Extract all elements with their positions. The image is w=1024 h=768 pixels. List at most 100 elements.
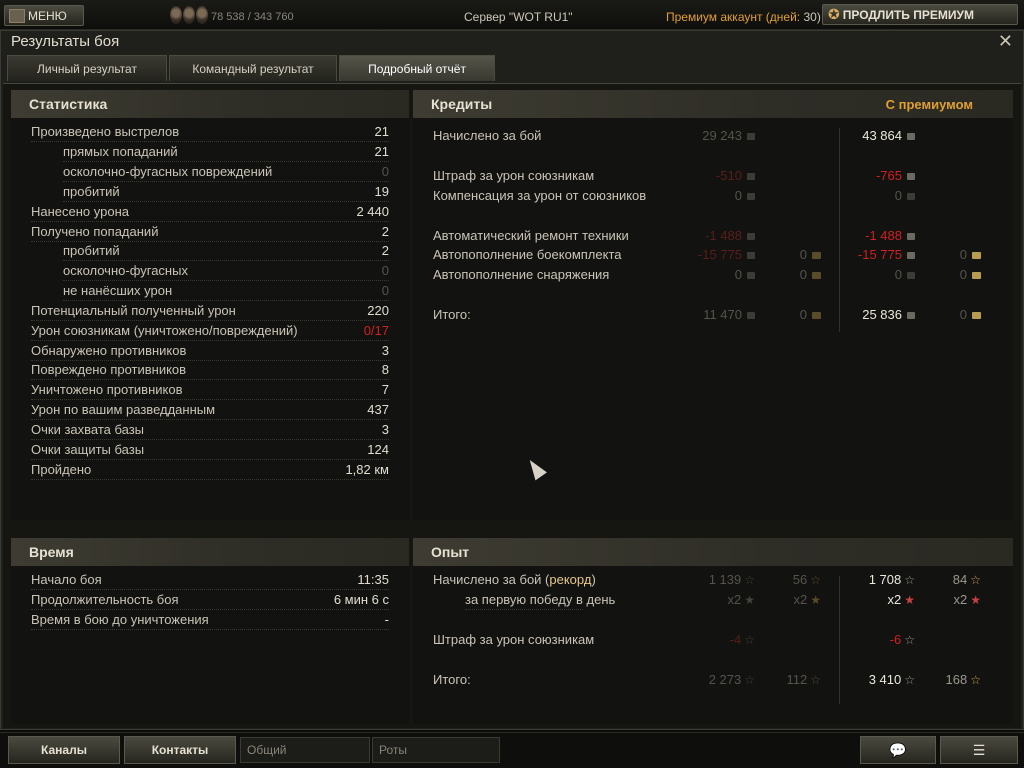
stat-row: Уничтожено противников 7	[11, 382, 409, 400]
stat-value: 2	[381, 243, 389, 258]
experience-base-value: 1 139 ☆	[708, 572, 755, 587]
credits-label: Компенсация за урон от союзников	[433, 188, 647, 203]
prolong-premium-button[interactable]: ✪ ПРОДЛИТЬ ПРЕМИУМ	[822, 4, 1018, 25]
stat-row: Очки защиты базы 124	[11, 442, 409, 460]
credits-icon	[747, 312, 755, 320]
channels-button[interactable]: Каналы	[8, 736, 120, 764]
stat-label: Повреждено противников	[31, 362, 187, 377]
tab-team-result[interactable]: Командный результат	[169, 55, 337, 81]
credits-icon	[747, 252, 755, 260]
stat-label: Произведено выстрелов	[31, 124, 180, 139]
row-leader	[63, 181, 389, 182]
experience-label: Штраф за урон союзникам	[433, 632, 594, 647]
free-star-icon: ★	[810, 593, 821, 607]
gold-icon	[972, 272, 981, 280]
stat-label: Урон союзникам (уничтожено/повреждений)	[31, 323, 298, 338]
statistics-title: Статистика	[29, 96, 108, 112]
credits-base-value: 29 243	[702, 128, 755, 143]
credits-premium-value: 0	[895, 267, 915, 282]
stat-row: Урон союзникам (уничтожено/повреждений) 0…	[11, 323, 409, 341]
stat-value: 7	[381, 382, 389, 397]
time-panel: Время Начало боя 11:35 Продолжительность б…	[11, 538, 409, 724]
experience-label: Начислено за бой (рекорд)	[433, 572, 596, 587]
credits-row: Автопополнение боекомплекта -15 775 0 -15 7…	[413, 247, 1013, 265]
premium-days: Премиум аккаунт (дней: 30)	[666, 10, 821, 24]
credits-label: Автопополнение боекомплекта	[433, 247, 622, 262]
tab-personal-result[interactable]: Личный результат	[7, 55, 167, 81]
row-leader	[63, 260, 389, 261]
report-content[interactable]: Статистика Произведено выстрелов 21 прямых…	[3, 83, 1021, 728]
gold-base-value: 0	[800, 267, 821, 282]
time-value: 11:35	[357, 572, 389, 587]
gold-premium-value: 0	[960, 267, 981, 282]
stat-value: 0	[381, 164, 389, 179]
credits-label: Итого:	[433, 307, 471, 322]
row-leader	[31, 141, 389, 142]
close-icon[interactable]: ✕	[998, 31, 1013, 52]
time-label: Начало боя	[31, 572, 102, 587]
stat-label: Очки защиты базы	[31, 442, 145, 457]
menu-button[interactable]: МЕНЮ	[4, 5, 84, 26]
credits-premium-value: 0	[895, 188, 915, 203]
credits-row: Компенсация за урон от союзников 0 0	[413, 188, 1013, 206]
free-star-icon: ☆	[810, 573, 821, 587]
contacts-button[interactable]: Контакты	[124, 736, 236, 764]
stat-value: 8	[381, 362, 389, 377]
crew-portraits[interactable]	[170, 6, 208, 24]
stat-label: пробитий	[63, 184, 120, 199]
credits-header: Кредиты С премиумом	[413, 90, 1013, 118]
list-icon: ☰	[972, 741, 986, 758]
stat-label: не нанёсших урон	[63, 283, 173, 298]
credits-label: Автоматический ремонт техники	[433, 228, 629, 243]
chat-general-tab[interactable]: Общий	[240, 737, 370, 763]
chat-companies-tab[interactable]: Роты	[372, 737, 500, 763]
credits-row: Автоматический ремонт техники -1 488 -1 48…	[413, 228, 1013, 246]
row-leader	[31, 629, 389, 630]
stat-value: 19	[374, 184, 389, 199]
credits-icon	[747, 173, 755, 181]
chat-button[interactable]: 💬	[860, 736, 936, 764]
stat-row: Повреждено противников 8	[11, 362, 409, 380]
free-experience-premium-value: x2 ★	[953, 592, 982, 607]
stat-value: 3	[381, 422, 389, 437]
battle-results-window: Результаты боя ✕ Личный результат Команд…	[0, 30, 1024, 730]
credits-icon	[907, 193, 915, 201]
row-leader	[63, 201, 389, 202]
stat-label: Урон по вашим разведданным	[31, 402, 216, 417]
experience-premium-value: 1 708 ☆	[868, 572, 915, 587]
time-title: Время	[29, 544, 74, 560]
row-leader	[31, 340, 389, 341]
tab-detailed-report[interactable]: Подробный отчёт	[339, 55, 495, 81]
stat-label: Получено попаданий	[31, 224, 159, 239]
gold-premium-value: 0	[960, 247, 981, 262]
row-leader	[31, 379, 389, 380]
server-label: Сервер "WOT RU1"	[464, 10, 573, 24]
stat-value: 0	[381, 283, 389, 298]
row-leader	[31, 459, 389, 460]
credits-icon	[747, 133, 755, 141]
credits-row: Штраф за урон союзникам -510 -765	[413, 168, 1013, 186]
stat-row: Получено попаданий 2	[11, 224, 409, 242]
stat-row: осколочно-фугасных повреждений 0	[11, 164, 409, 182]
stat-label: Уничтожено противников	[31, 382, 183, 397]
credits-icon	[907, 312, 915, 320]
prolong-premium-label: ПРОДЛИТЬ ПРЕМИУМ	[842, 7, 974, 22]
stat-row: прямых попаданий 21	[11, 144, 409, 162]
free-star-icon: ★	[970, 593, 981, 607]
stat-value: 21	[374, 124, 389, 139]
gold-icon	[972, 252, 981, 260]
time-value: 6 мин 6 с	[333, 592, 389, 607]
experience-label-text: Начислено за бой (	[433, 572, 550, 587]
experience-row: Итого: 2 273 ☆ 112 ☆ 3 410 ☆ 168 ☆	[413, 672, 1013, 690]
experience-base-value: -4 ☆	[729, 632, 755, 647]
row-leader	[31, 609, 389, 610]
experience-row: Штраф за урон союзникам -4 ☆ -6 ☆	[413, 632, 1013, 650]
row-leader	[31, 399, 389, 400]
stat-label: Обнаружено противников	[31, 343, 187, 358]
stat-value: 0/17	[363, 323, 389, 338]
record-label: рекорд	[549, 572, 592, 587]
stat-label: пробитий	[63, 243, 120, 258]
statistics-panel: Статистика Произведено выстрелов 21 прямых…	[11, 90, 409, 520]
notifications-button[interactable]: ☰	[940, 736, 1018, 764]
credits-base-value: 0	[735, 188, 755, 203]
